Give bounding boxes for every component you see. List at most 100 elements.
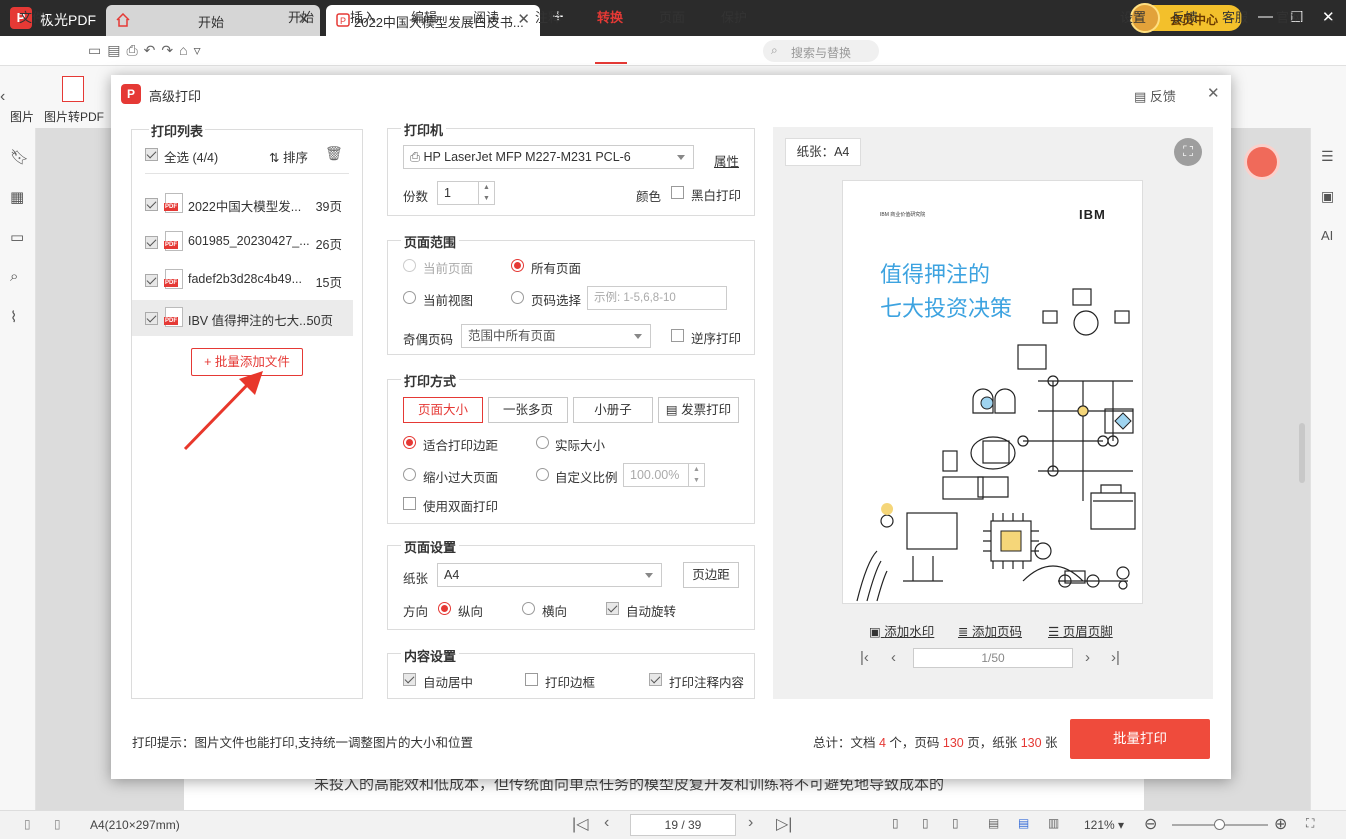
preview-next-page-icon[interactable]: › <box>1085 649 1090 666</box>
menu-annotate[interactable]: 注释 <box>535 7 561 26</box>
file-row[interactable]: fadef2b3d28c4b49... 15页 <box>131 264 363 296</box>
fit-page-icon[interactable]: ▯ <box>892 816 899 830</box>
feedback-button[interactable]: ▤ 反馈 <box>1134 86 1176 105</box>
custom-scale-label[interactable]: 自定义比例 <box>555 467 618 486</box>
menu-feedback[interactable]: 反馈 <box>1172 7 1198 26</box>
odd-even-select[interactable]: 范围中所有页面 <box>461 324 651 348</box>
page-next-doc-icon[interactable]: ▯ <box>54 817 61 831</box>
menu-protect[interactable]: 保护 <box>721 7 747 26</box>
shrink-radio[interactable] <box>403 468 416 481</box>
auto-rotate-checkbox[interactable] <box>606 602 619 615</box>
current-view-radio[interactable] <box>403 291 416 304</box>
portrait-label[interactable]: 纵向 <box>458 601 483 620</box>
paper-select[interactable]: A4 <box>437 563 662 587</box>
chat-icon[interactable]: ▣ <box>1321 188 1334 205</box>
auto-center-checkbox[interactable] <box>403 673 416 686</box>
image-to-pdf-button[interactable]: 图片转PDF <box>44 108 104 125</box>
file-row[interactable]: 601985_20230427_... 26页 <box>131 226 363 258</box>
mode-invoice-button[interactable]: ▤ 发票打印 <box>658 397 739 423</box>
reverse-print-label[interactable]: 逆序打印 <box>691 328 741 347</box>
current-view-label[interactable]: 当前视图 <box>423 290 473 309</box>
file-row-selected[interactable]: IBV 值得押注的七大... 50页 <box>132 300 353 336</box>
page-select-radio[interactable] <box>511 291 524 304</box>
prev-page-icon[interactable]: ‹ <box>604 814 609 832</box>
scroll-left-icon[interactable]: ‹ <box>0 88 5 106</box>
menu-website[interactable]: 官网 <box>1276 7 1302 26</box>
auto-rotate-label[interactable]: 自动旋转 <box>626 601 676 620</box>
page-prev-doc-icon[interactable]: ▯ <box>24 817 31 831</box>
bookmark-icon[interactable]: 🔖︎ <box>10 148 29 166</box>
bw-print-label[interactable]: 黑白打印 <box>691 185 741 204</box>
menu-service[interactable]: 客服 <box>1222 7 1248 26</box>
file-checkbox[interactable] <box>145 236 158 249</box>
scale-stepper[interactable]: 100.00% ▲ ▼ <box>623 463 705 487</box>
copies-stepper[interactable]: 1 ▲ ▼ <box>437 181 495 205</box>
menu-insert[interactable]: 插入 <box>350 7 376 26</box>
search-input[interactable]: ⌕ 搜索与替换 <box>763 40 879 62</box>
shrink-label[interactable]: 缩小过大页面 <box>423 467 498 486</box>
print-annotations-checkbox[interactable] <box>649 673 662 686</box>
minimize-icon[interactable]: — <box>1258 8 1273 25</box>
continuous-page-icon[interactable]: ▤ <box>1018 816 1029 830</box>
custom-scale-radio[interactable] <box>536 468 549 481</box>
printer-select[interactable]: ⎙ HP LaserJet MFP M227-M231 PCL-6 <box>403 145 694 169</box>
search-icon[interactable]: ⌕ <box>10 268 18 285</box>
first-page-icon[interactable]: |◁ <box>572 814 588 834</box>
select-all-label[interactable]: 全选 (4/4) <box>164 147 218 166</box>
printer-properties-link[interactable]: 属性 <box>714 151 739 170</box>
menu-convert[interactable]: 转换 <box>597 7 623 26</box>
preview-last-page-icon[interactable]: ›| <box>1111 649 1120 666</box>
image-to-pdf-icon[interactable] <box>62 76 84 102</box>
toolbar-partial-label[interactable]: 图片 <box>10 108 34 125</box>
zoom-level[interactable]: 121% ▾ <box>1084 818 1124 832</box>
single-page-icon[interactable]: ▤ <box>988 816 999 830</box>
zoom-out-icon[interactable]: ⊖ <box>1144 814 1157 834</box>
zoom-in-icon[interactable]: ⊕ <box>1274 814 1287 834</box>
file-checkbox[interactable] <box>145 274 158 287</box>
floating-wps-icon[interactable] <box>1244 144 1280 180</box>
all-pages-label[interactable]: 所有页面 <box>531 258 581 277</box>
page-select-label[interactable]: 页码选择 <box>531 290 581 309</box>
menu-file[interactable]: 文件 ▾ <box>19 7 55 26</box>
quick-access-icons[interactable]: ▭▤⎙↶↷⌂▿ <box>88 42 207 59</box>
menu-start[interactable]: 开始 <box>288 7 314 26</box>
fullscreen-preview-icon[interactable]: ⛶ <box>1174 138 1202 166</box>
file-checkbox[interactable] <box>145 312 158 325</box>
properties-icon[interactable]: ☰ <box>1321 148 1334 165</box>
page-number-input[interactable]: 19 / 39 <box>630 814 736 836</box>
current-page-radio[interactable] <box>403 259 416 272</box>
dialog-close-icon[interactable]: ✕ <box>1207 84 1220 102</box>
file-row[interactable]: 2022中国大模型发... 39页 <box>131 188 363 220</box>
print-border-label[interactable]: 打印边框 <box>545 672 595 691</box>
preview-first-page-icon[interactable]: |‹ <box>860 649 869 666</box>
fit-width-icon[interactable]: ▯ <box>922 816 929 830</box>
select-all-checkbox[interactable] <box>145 148 158 161</box>
thumbnails-icon[interactable]: ▦ <box>10 188 24 206</box>
file-checkbox[interactable] <box>145 198 158 211</box>
rotate-icon[interactable]: ▯ <box>952 816 959 830</box>
page-range-input[interactable]: 示例: 1-5,6,8-10 <box>587 286 727 310</box>
fit-margins-label[interactable]: 适合打印边距 <box>423 435 498 454</box>
reverse-print-checkbox[interactable] <box>671 329 684 342</box>
current-page-label[interactable]: 当前页面 <box>423 258 473 277</box>
print-border-checkbox[interactable] <box>525 673 538 686</box>
preview-page-input[interactable]: 1/50 <box>913 648 1073 668</box>
menu-edit[interactable]: 编辑 <box>411 7 437 26</box>
zoom-slider-handle[interactable] <box>1214 819 1225 830</box>
mode-multi-page-button[interactable]: 一张多页 <box>488 397 568 423</box>
attachment-icon[interactable]: ⌇ <box>10 308 17 326</box>
preview-prev-page-icon[interactable]: ‹ <box>891 649 896 666</box>
header-footer-button[interactable]: ☰ 页眉页脚 <box>1048 621 1113 640</box>
delete-icon[interactable]: 🗑︎ <box>325 145 343 162</box>
mode-page-size-button[interactable]: 页面大小 <box>403 397 483 423</box>
last-page-icon[interactable]: ▷| <box>776 814 792 834</box>
comment-icon[interactable]: ▭ <box>10 228 24 246</box>
ai-icon[interactable]: AI <box>1321 228 1333 243</box>
add-page-number-button[interactable]: ≣ 添加页码 <box>958 621 1022 640</box>
margins-button[interactable]: 页边距 <box>683 562 739 588</box>
batch-print-button[interactable]: 批量打印 <box>1070 719 1210 759</box>
all-pages-radio[interactable] <box>511 259 524 272</box>
auto-center-label[interactable]: 自动居中 <box>423 672 473 691</box>
menu-settings[interactable]: 设置 <box>1120 7 1146 26</box>
add-watermark-button[interactable]: ▣ 添加水印 <box>869 621 934 640</box>
